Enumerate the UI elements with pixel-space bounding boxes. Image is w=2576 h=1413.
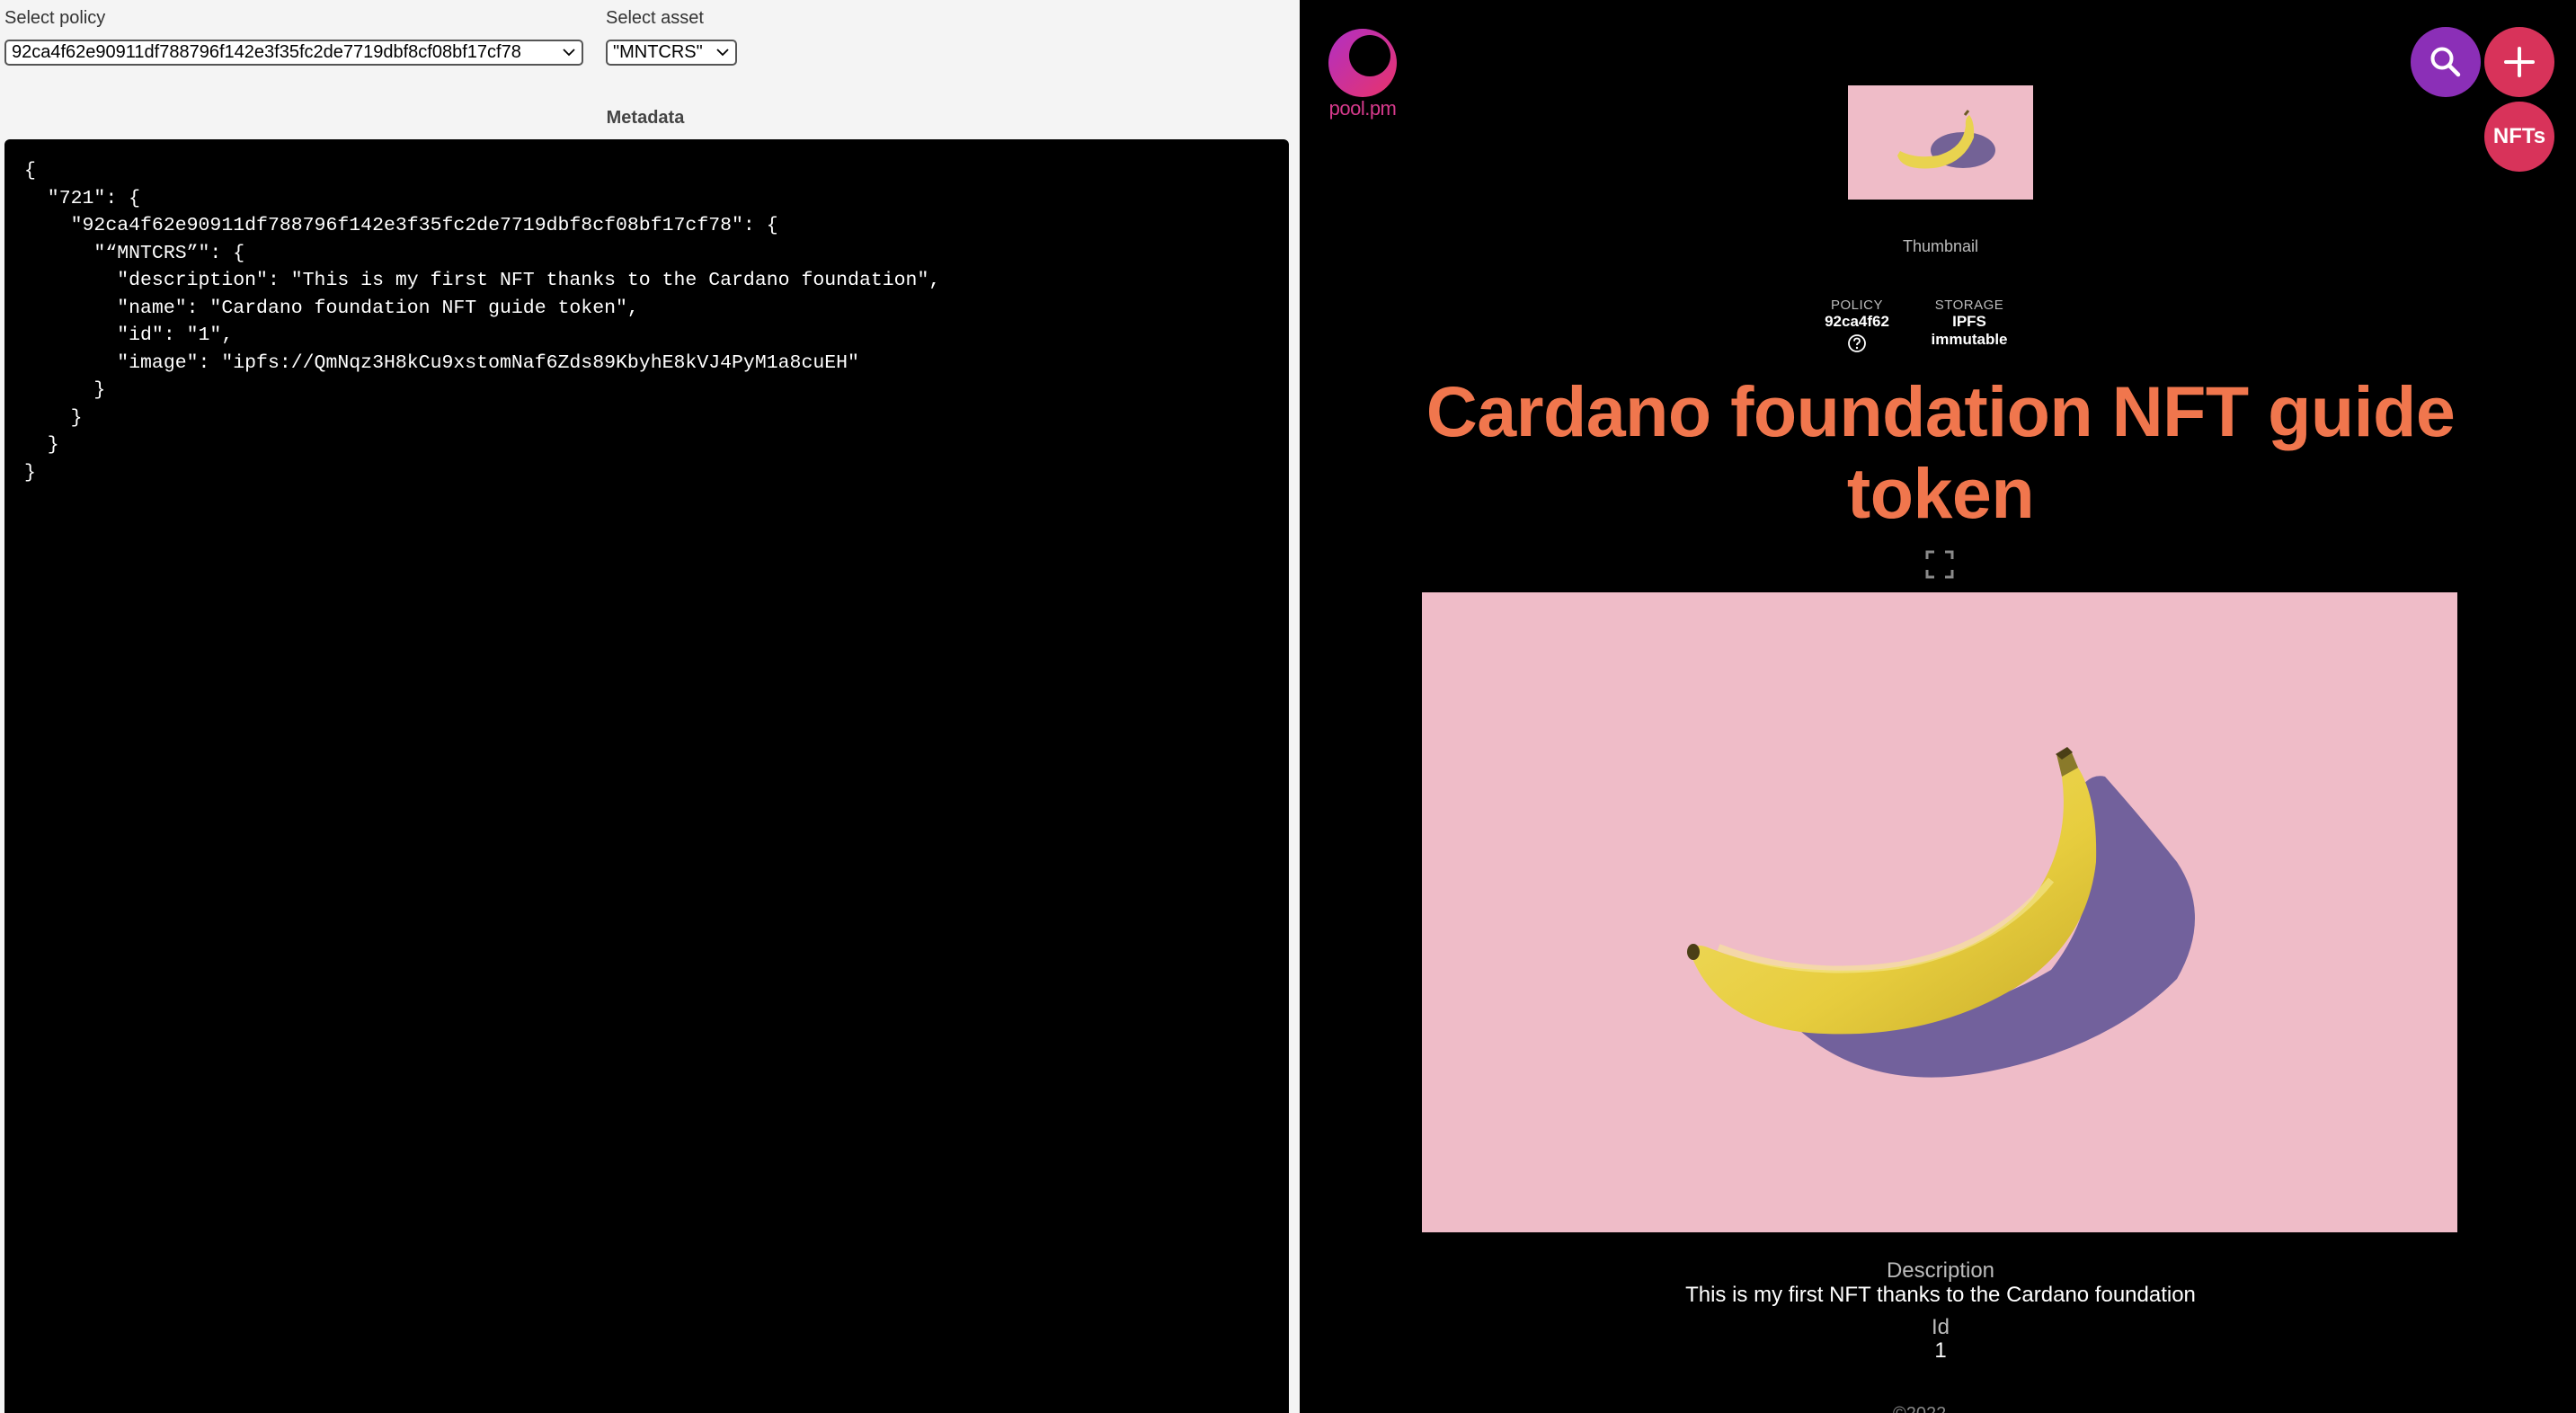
banana-image <box>1687 747 2195 1078</box>
metadata-editor-pane: Select policy 92ca4f62e90911df788796f142… <box>0 0 1300 1413</box>
banana-thumbnail-image <box>1897 110 1995 169</box>
chevron-down-icon <box>716 49 729 57</box>
metadata-json-editor[interactable]: { "721": { "92ca4f62e90911df788796f142e3… <box>4 139 1289 1413</box>
add-button[interactable] <box>2484 27 2554 97</box>
nft-thumbnail[interactable] <box>1848 85 2033 200</box>
description-value: This is my first NFT thanks to the Carda… <box>1685 1283 2196 1307</box>
id-value: 1 <box>1934 1338 1947 1363</box>
nft-title: Cardano foundation NFT guide token <box>1426 371 2456 533</box>
nft-main-image[interactable] <box>1422 592 2457 1232</box>
policy-select-value: 92ca4f62e90911df788796f142e3f35fc2de7719… <box>12 42 521 62</box>
logo-icon[interactable] <box>1327 27 1399 99</box>
help-icon[interactable] <box>1847 333 1867 353</box>
select-asset-label: Select asset <box>606 8 704 28</box>
expand-icon[interactable] <box>1924 549 1955 580</box>
metadata-title: Metadata <box>606 108 685 128</box>
thumbnail-label: Thumbnail <box>1902 237 1979 255</box>
plus-icon <box>2504 47 2535 77</box>
policy-id-short[interactable]: 92ca4f62 <box>1811 313 1903 331</box>
policy-key: POLICY <box>1830 298 1884 313</box>
storage-info: STORAGE IPFS immutable <box>1927 298 2012 349</box>
storage-key: STORAGE <box>1934 298 2004 313</box>
select-policy-label: Select policy <box>4 8 106 28</box>
chevron-down-icon <box>563 49 575 57</box>
asset-select[interactable]: "MNTCRS" <box>606 40 737 66</box>
search-icon <box>2430 47 2461 77</box>
policy-info: POLICY 92ca4f62 <box>1811 298 1903 353</box>
logo-text[interactable]: pool.pm <box>1310 97 1415 120</box>
search-button[interactable] <box>2411 27 2481 97</box>
nfts-button[interactable]: NFTs <box>2484 102 2554 172</box>
metadata-json-text[interactable]: { "721": { "92ca4f62e90911df788796f142e3… <box>24 157 940 486</box>
asset-select-value: "MNTCRS" <box>613 42 703 62</box>
description-label: Description <box>1886 1258 1995 1283</box>
pane-divider[interactable] <box>1289 0 1300 1413</box>
id-label: Id <box>1931 1315 1950 1339</box>
nft-preview-pane: pool.pm NFTs Thumbnail POLICY 92ca4f62 S… <box>1300 0 2576 1413</box>
policy-select[interactable]: 92ca4f62e90911df788796f142e3f35fc2de7719… <box>4 40 583 66</box>
footer-text: ©2022 <box>1893 1404 2001 1413</box>
storage-type: IPFS <box>1952 313 1986 330</box>
storage-mutability: immutable <box>1931 331 2008 348</box>
